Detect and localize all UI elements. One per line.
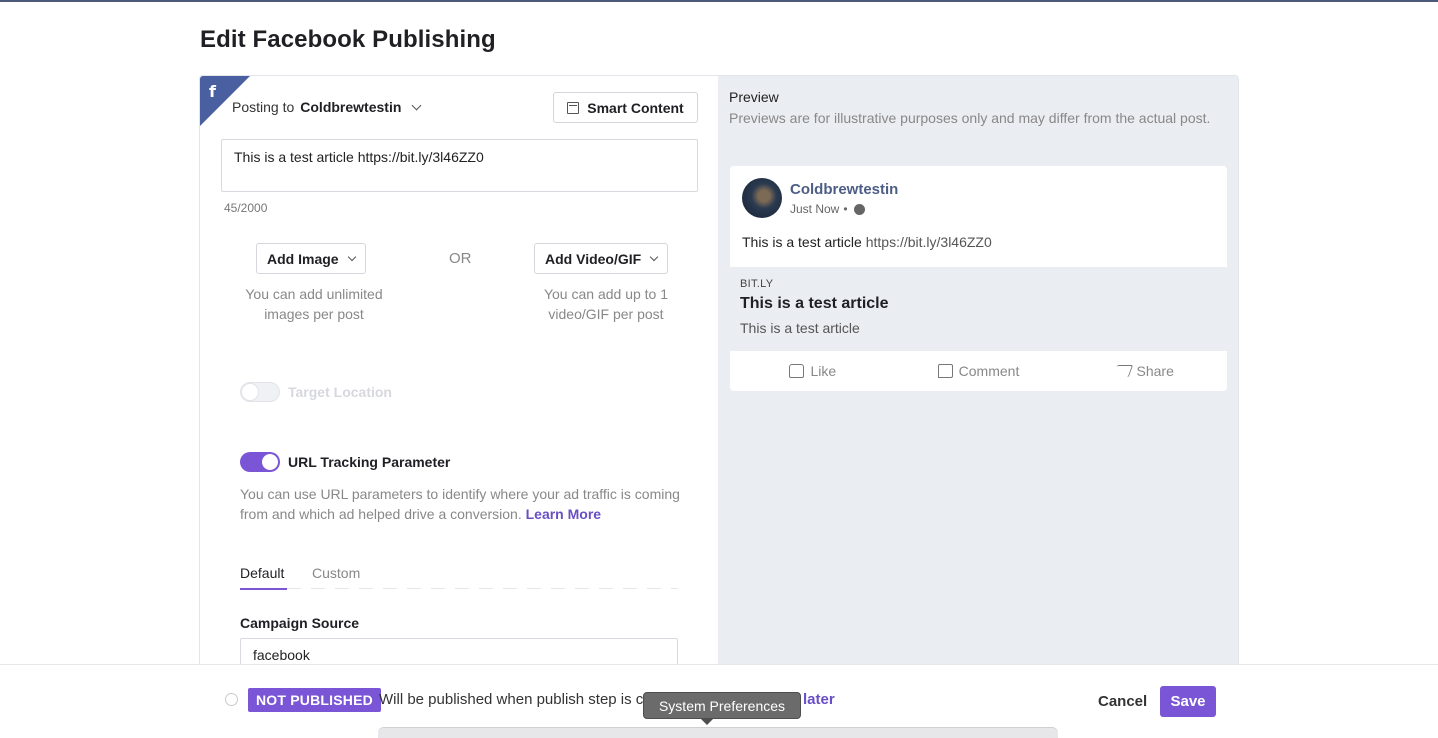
save-button[interactable]: Save [1160,686,1216,717]
learn-more-link[interactable]: Learn More [526,506,601,522]
cancel-button[interactable]: Cancel [1092,689,1153,713]
system-preferences-tooltip: System Preferences [643,692,801,719]
chevron-down-icon [649,252,659,261]
url-tracking-help: You can use URL parameters to identify w… [240,484,680,524]
facebook-icon: f [209,82,216,101]
share-icon [1112,365,1133,377]
url-tracking-help-text: You can use URL parameters to identify w… [240,486,680,522]
publish-status-text: Will be published when publish step is c… [379,691,652,708]
character-count: 45/2000 [224,201,268,215]
preview-note: Previews are for illustrative purposes o… [729,110,1211,126]
posting-to-label: Posting to [232,99,295,115]
avatar [742,178,782,218]
share-label: Share [1136,363,1174,379]
add-video-button[interactable]: Add Video/GIF [534,243,669,274]
comment-icon [937,364,953,378]
publishing-card: f Posting to Coldbrewtestin Smart Conten… [199,75,1239,665]
status-badge: NOT PUBLISHED [248,688,381,712]
account-name: Coldbrewtestin [300,99,402,115]
add-video-label: Add Video/GIF [545,250,642,267]
tab-default[interactable]: Default [240,565,284,581]
add-image-label: Add Image [267,250,339,267]
window-top-border [0,0,1438,2]
preview-separator: • [843,202,848,216]
editor-panel: f Posting to Coldbrewtestin Smart Conten… [200,76,718,665]
preview-panel: Preview Previews are for illustrative pu… [718,76,1238,665]
smart-content-label: Smart Content [587,99,684,116]
campaign-source-label: Campaign Source [240,615,360,631]
preview-account-name: Coldbrewtestin [790,181,899,198]
preview-title: Preview [729,89,779,105]
share-action: Share [1061,363,1227,379]
toggle-knob [242,384,258,400]
post-text-input[interactable]: This is a test article https://bit.ly/3l… [221,139,698,192]
preview-body-link: https://bit.ly/3l46ZZ0 [865,234,992,250]
page-title: Edit Facebook Publishing [200,26,496,53]
clock-icon [225,693,238,706]
add-image-button[interactable]: Add Image [256,243,366,274]
preview-actions: Like Comment Share [730,351,1227,391]
url-tracking-toggle[interactable] [240,452,280,472]
campaign-source-input[interactable]: facebook [240,638,678,665]
account-selector[interactable]: Posting to Coldbrewtestin [232,99,422,115]
or-separator: OR [449,250,472,267]
comment-label: Comment [958,363,1020,379]
tab-custom[interactable]: Custom [312,565,360,581]
video-help-text: You can add up to 1 video/GIF per post [543,286,669,322]
like-label: Like [810,363,837,379]
dock [378,727,1058,738]
chevron-down-icon [347,252,356,261]
preview-time: Just Now [790,202,840,216]
smart-content-button[interactable]: Smart Content [553,92,698,123]
tab-divider [287,588,678,589]
like-action: Like [730,363,896,379]
preview-link-card: BIT.LY This is a test article This is a … [730,267,1227,351]
facebook-post-preview: Coldbrewtestin Just Now • This is a test… [730,166,1227,391]
active-tab-indicator [240,588,287,590]
preview-link-domain: BIT.LY [740,278,774,290]
preview-link-description: This is a test article [740,320,860,336]
image-help-text: You can add unlimited images per post [245,286,383,322]
target-location-toggle[interactable] [240,382,280,402]
preview-body: This is a test article https://bit.ly/3l… [742,234,992,250]
preview-link-title: This is a test article [740,295,889,312]
preview-timestamp: Just Now • [790,202,865,216]
comment-action: Comment [896,363,1062,379]
chevron-down-icon [411,100,422,110]
url-tracking-label: URL Tracking Parameter [288,454,451,470]
toggle-knob [262,454,278,470]
target-location-label: Target Location [288,384,392,400]
globe-icon [853,203,865,215]
preview-body-text: This is a test article [742,234,862,250]
thumbs-up-icon [789,364,805,378]
tooltip-arrow [701,719,713,725]
calendar-icon [567,101,580,114]
